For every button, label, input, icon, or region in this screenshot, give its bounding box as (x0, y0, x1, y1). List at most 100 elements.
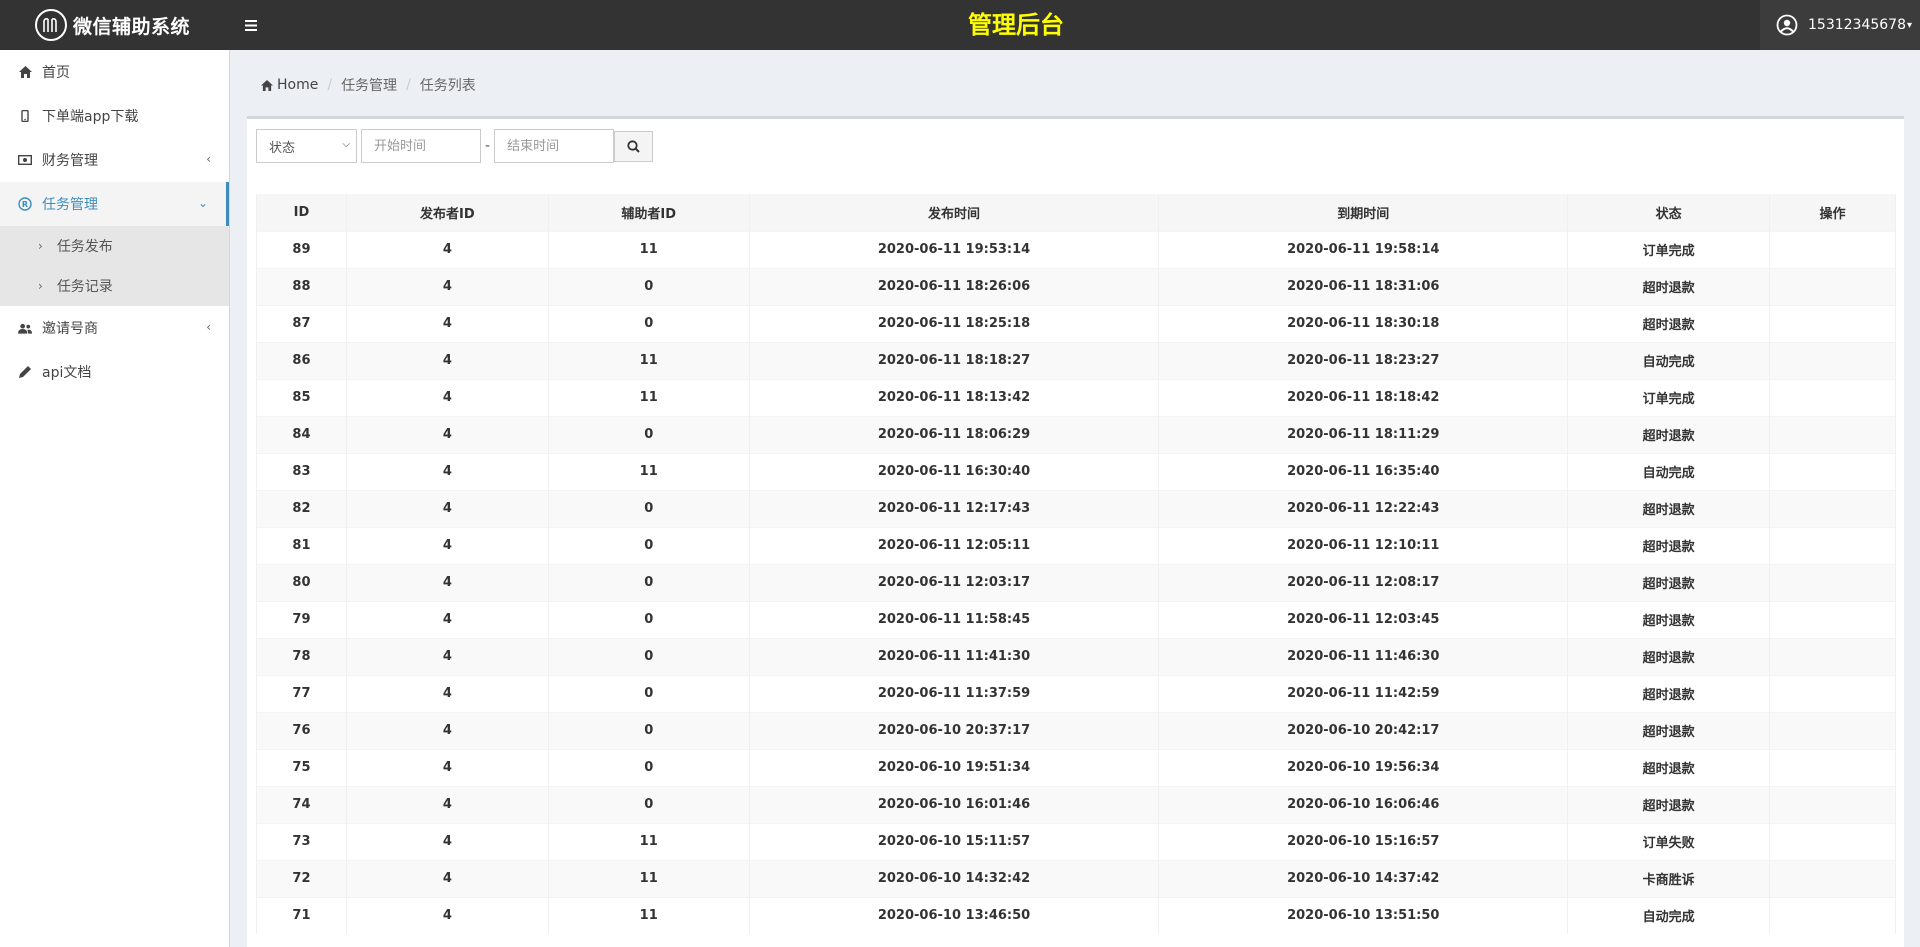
cell-publish-time: 2020-06-11 18:06:29 (748, 415, 1160, 453)
logo[interactable]: 微信辅助系统 (0, 0, 230, 50)
sidebar-item-app-download[interactable]: 下单端app下载 (0, 94, 229, 138)
cell-status: 订单完成 (1567, 378, 1771, 416)
filter-bar: 状态 ⌵ - (256, 129, 654, 163)
cell-id: 76 (256, 711, 347, 749)
cell-actions (1769, 341, 1896, 379)
cell-publish-time: 2020-06-11 18:26:06 (748, 267, 1160, 305)
sidebar-subitem-task-records[interactable]: › 任务记录 (0, 266, 229, 306)
cell-helper-id: 0 (547, 674, 750, 712)
task-submenu: › 任务发布 › 任务记录 (0, 226, 229, 306)
sidebar-toggle-button[interactable] (232, 0, 270, 50)
date-range-separator: - (485, 138, 491, 154)
cell-actions (1769, 748, 1896, 786)
cell-helper-id: 11 (547, 859, 750, 897)
cell-expire-time: 2020-06-11 19:58:14 (1158, 230, 1569, 268)
column-header-expire-time[interactable]: 到期时间 (1158, 194, 1569, 231)
breadcrumb-separator: / (406, 77, 411, 93)
column-header-status[interactable]: 状态 (1567, 194, 1771, 231)
chevron-left-icon: ‹ (206, 152, 211, 166)
cell-status: 超时退款 (1567, 600, 1771, 638)
sidebar-subitem-label: 任务记录 (56, 279, 113, 295)
cell-actions (1769, 230, 1896, 268)
table-row: 75 4 0 2020-06-10 19:51:34 2020-06-10 19:56:… (256, 748, 1896, 786)
cell-expire-time: 2020-06-10 15:16:57 (1158, 822, 1569, 860)
mobile-icon (18, 109, 32, 123)
sidebar: 首页 下单端app下载 财务管理 ‹ R 任务管理 ⌄ › 任务发布 › 任务记… (0, 50, 230, 947)
cell-helper-id: 0 (547, 267, 750, 305)
user-menu[interactable]: 15312345678 ▾ (1760, 0, 1920, 50)
sidebar-subitem-task-publish[interactable]: › 任务发布 (0, 226, 229, 266)
search-button[interactable] (614, 130, 654, 162)
sidebar-item-tasks[interactable]: R 任务管理 ⌄ (0, 182, 229, 226)
cell-publisher-id: 4 (345, 341, 549, 379)
logo-text: 微信辅助系统 (73, 15, 191, 38)
registered-icon: R (18, 197, 32, 211)
cell-id: 80 (256, 563, 347, 601)
column-header-publish-time[interactable]: 发布时间 (748, 194, 1160, 231)
cell-expire-time: 2020-06-10 13:51:50 (1158, 896, 1569, 934)
cell-publisher-id: 4 (345, 600, 549, 638)
cell-publish-time: 2020-06-11 18:25:18 (748, 304, 1160, 342)
cell-publisher-id: 4 (345, 822, 549, 860)
cell-expire-time: 2020-06-11 18:30:18 (1158, 304, 1569, 342)
cell-publish-time: 2020-06-10 20:37:17 (748, 711, 1160, 749)
cell-expire-time: 2020-06-11 18:23:27 (1158, 341, 1569, 379)
cell-status: 超时退款 (1567, 267, 1771, 305)
cell-status: 超时退款 (1567, 489, 1771, 527)
cell-status: 自动完成 (1567, 896, 1771, 934)
cell-publish-time: 2020-06-10 13:46:50 (748, 896, 1160, 934)
task-table: ID 发布者ID 辅助者ID 发布时间 到期时间 状态 操作 89 4 11 2020… (256, 194, 1896, 934)
cell-id: 75 (256, 748, 347, 786)
sidebar-item-invite[interactable]: 邀请号商 ‹ (0, 306, 229, 350)
column-header-id[interactable]: ID (256, 194, 347, 231)
status-select[interactable]: 状态 ⌵ (256, 129, 357, 163)
table-row: 81 4 0 2020-06-11 12:05:11 2020-06-11 12:10:… (256, 526, 1896, 564)
breadcrumb-home-label: Home (277, 77, 319, 93)
sidebar-item-api-docs[interactable]: api文档 (0, 350, 229, 394)
cell-id: 79 (256, 600, 347, 638)
sidebar-item-label: api文档 (42, 365, 92, 381)
cell-publisher-id: 4 (345, 452, 549, 490)
breadcrumb-item-tasks[interactable]: 任务管理 (341, 75, 397, 95)
cell-id: 85 (256, 378, 347, 416)
cell-actions (1769, 452, 1896, 490)
table-row: 89 4 11 2020-06-11 19:53:14 2020-06-11 19:58… (256, 230, 1896, 268)
cell-status: 卡商胜诉 (1567, 859, 1771, 897)
cell-id: 72 (256, 859, 347, 897)
cell-expire-time: 2020-06-11 18:31:06 (1158, 267, 1569, 305)
cell-id: 83 (256, 452, 347, 490)
breadcrumb-home[interactable]: Home (261, 77, 318, 93)
cell-expire-time: 2020-06-10 20:42:17 (1158, 711, 1569, 749)
start-time-input[interactable] (361, 129, 481, 163)
cell-status: 超时退款 (1567, 563, 1771, 601)
svg-text:R: R (22, 200, 28, 209)
cell-helper-id: 11 (547, 896, 750, 934)
end-time-input[interactable] (494, 129, 615, 163)
column-header-helper-id[interactable]: 辅助者ID (547, 194, 750, 231)
cell-actions (1769, 600, 1896, 638)
cell-expire-time: 2020-06-10 16:06:46 (1158, 785, 1569, 823)
breadcrumb-item-task-list: 任务列表 (419, 78, 476, 94)
table-row: 84 4 0 2020-06-11 18:06:29 2020-06-11 18:11:… (256, 415, 1896, 453)
sidebar-item-finance[interactable]: 财务管理 ‹ (0, 138, 229, 182)
cell-publish-time: 2020-06-11 12:03:17 (748, 563, 1160, 601)
table-row: 85 4 11 2020-06-11 18:13:42 2020-06-11 18:18… (256, 378, 1896, 416)
chevron-down-icon: ▾ (1906, 19, 1913, 31)
cell-publish-time: 2020-06-11 12:17:43 (748, 489, 1160, 527)
column-header-publisher-id[interactable]: 发布者ID (345, 194, 549, 231)
table-row: 82 4 0 2020-06-11 12:17:43 2020-06-11 12:22:… (256, 489, 1896, 527)
username: 15312345678 (1808, 17, 1906, 33)
cell-expire-time: 2020-06-11 16:35:40 (1158, 452, 1569, 490)
cell-id: 89 (256, 230, 347, 268)
cell-publisher-id: 4 (345, 230, 549, 268)
sidebar-item-label: 任务管理 (42, 197, 98, 213)
cell-expire-time: 2020-06-11 12:08:17 (1158, 563, 1569, 601)
cell-id: 81 (256, 526, 347, 564)
cell-publish-time: 2020-06-11 16:30:40 (748, 452, 1160, 490)
sidebar-item-home[interactable]: 首页 (0, 50, 229, 94)
users-icon (18, 321, 32, 335)
table-row: 74 4 0 2020-06-10 16:01:46 2020-06-10 16:06:… (256, 785, 1896, 823)
chevron-right-icon: › (38, 239, 43, 253)
cell-publisher-id: 4 (345, 415, 549, 453)
cell-publish-time: 2020-06-10 16:01:46 (748, 785, 1160, 823)
